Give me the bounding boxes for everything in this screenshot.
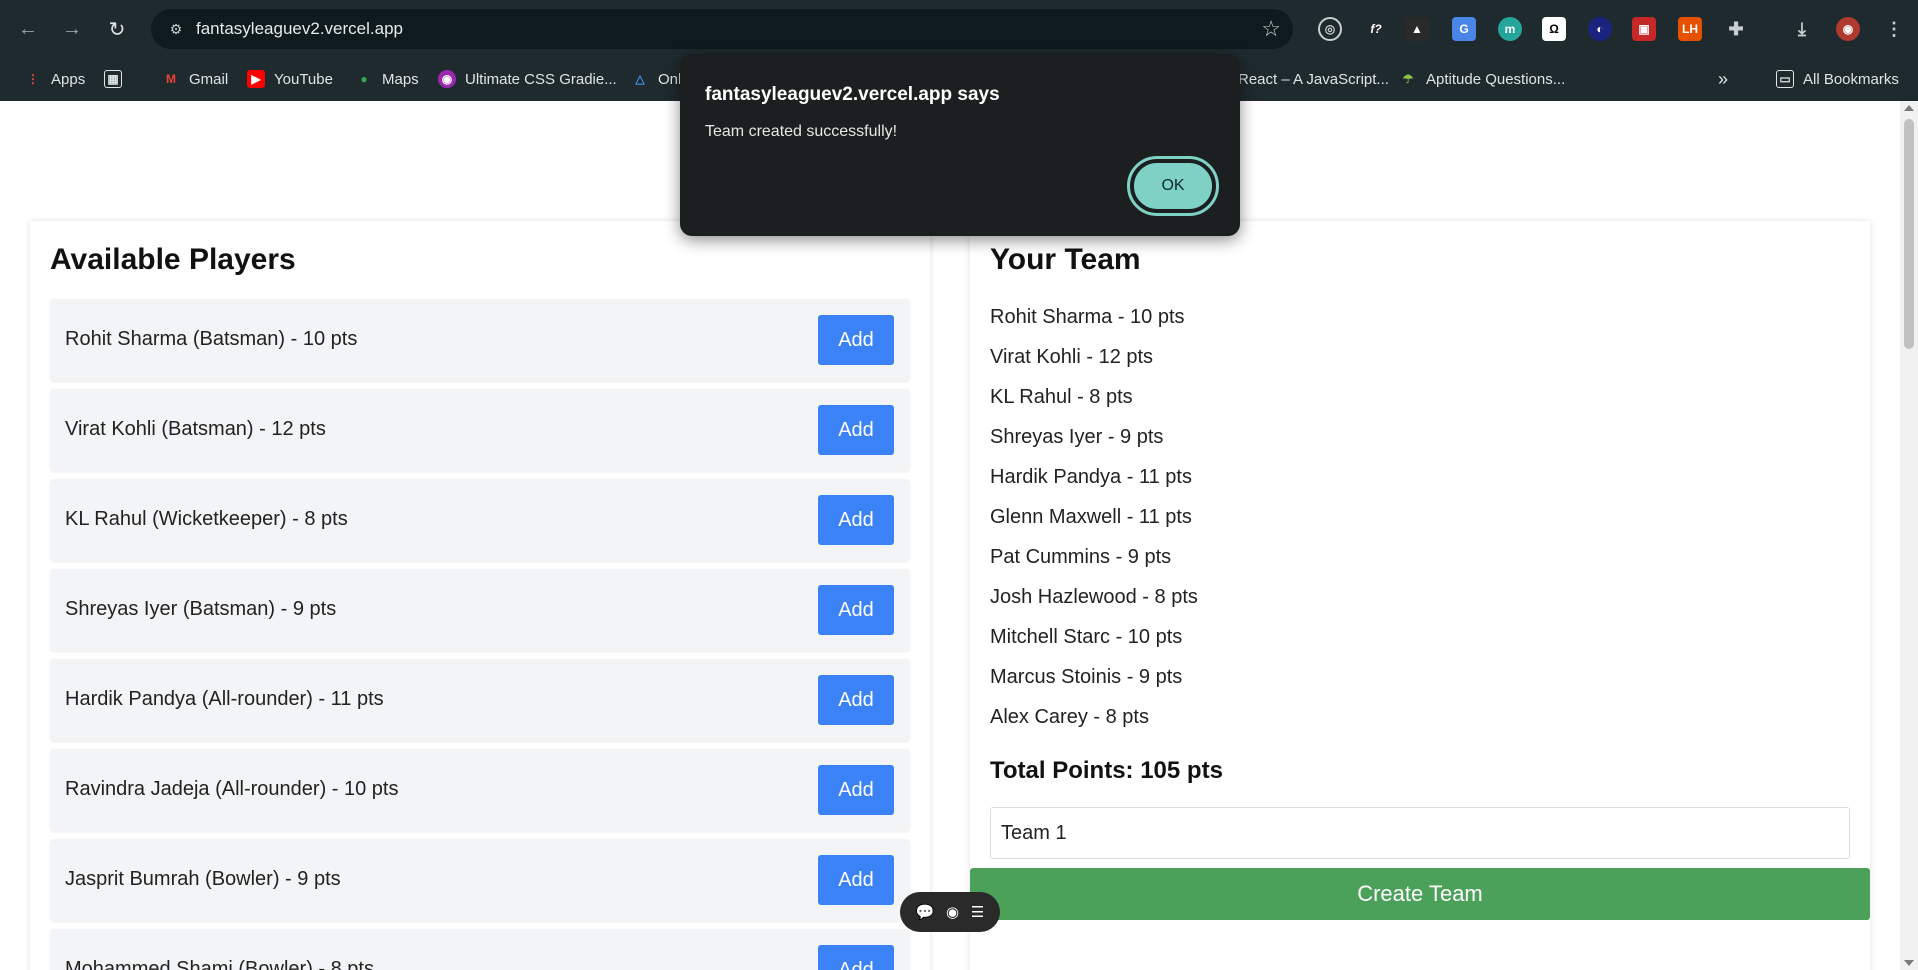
floating-toolbar: 💬 ◉ ☰ [900,892,1000,932]
dialog-message: Team created successfully! [705,123,898,140]
site-info-icon[interactable]: ⚙ [165,18,187,40]
player-name: Shreyas Iyer (Batsman) - 9 pts [65,598,337,620]
player-row: Rohit Sharma (Batsman) - 10 pts Add [50,299,910,381]
folder-icon: ▭ [1776,70,1794,88]
team-member: KL Rahul - 8 pts [990,386,1133,408]
all-bookmarks-folder[interactable]: ▭ All Bookmarks [1776,66,1899,92]
bookmark-star-icon[interactable]: ☆ [1261,16,1281,42]
player-row: Virat Kohli (Batsman) - 12 pts Add [50,389,910,471]
add-player-button[interactable]: Add [818,495,894,545]
available-players-panel: Available Players Rohit Sharma (Batsman)… [30,221,930,970]
omega-extension-icon[interactable]: Ω [1542,17,1566,41]
bookmark-apps[interactable]: ⋮ Apps [24,66,85,92]
dialog-ok-button[interactable]: OK [1127,156,1219,216]
player-row: Shreyas Iyer (Batsman) - 9 pts Add [50,569,910,651]
team-member: Marcus Stoinis - 9 pts [990,666,1183,688]
youtube-icon: ▶ [247,70,265,88]
player-row: KL Rahul (Wicketkeeper) - 8 pts Add [50,479,910,561]
team-member: Mitchell Starc - 10 pts [990,626,1183,648]
forward-icon[interactable]: → [56,13,88,45]
team-member: Shreyas Iyer - 9 pts [990,426,1164,448]
bookmarks-overflow-icon[interactable]: » [1718,66,1728,92]
back-icon[interactable]: ← [12,13,44,45]
player-name: Jasprit Bumrah (Bowler) - 9 pts [65,868,341,890]
team-member: Pat Cummins - 9 pts [990,546,1172,568]
player-row: Ravindra Jadeja (All-rounder) - 10 pts A… [50,749,910,831]
team-name-input[interactable]: Team 1 [990,807,1850,859]
create-team-button[interactable]: Create Team [970,868,1870,920]
player-name: Rohit Sharma (Batsman) - 10 pts [65,328,358,350]
compass-extension-icon[interactable]: ◎ [1318,17,1342,41]
scrollbar-thumb[interactable] [1904,119,1914,349]
player-name: Mohammed Shami (Bowler) - 8 pts [65,958,374,970]
scroll-down-icon[interactable] [1904,960,1914,966]
team-member: Alex Carey - 8 pts [990,706,1149,728]
player-row: Mohammed Shami (Bowler) - 8 pts Add [50,929,910,970]
add-player-button[interactable]: Add [818,675,894,725]
total-points: Total Points: 105 pts [990,757,1223,784]
chrome-menu-icon[interactable]: ⋮ [1882,17,1906,41]
player-name: KL Rahul (Wicketkeeper) - 8 pts [65,508,348,530]
triangle-icon: △ [635,72,645,86]
hat-extension-icon[interactable]: ▲ [1405,17,1429,41]
red-extension-icon[interactable]: ▣ [1632,17,1656,41]
profile-avatar[interactable]: ◉ [1836,17,1860,41]
add-player-button[interactable]: Add [818,315,894,365]
player-row: Hardik Pandya (All-rounder) - 11 pts Add [50,659,910,741]
dark-reader-extension-icon[interactable]: ◐ [1588,17,1612,41]
scroll-up-icon[interactable] [1904,105,1914,111]
bookmark-grid[interactable]: ▦ [104,66,131,92]
url-text: fantasyleaguev2.vercel.app [196,19,403,38]
add-player-button[interactable]: Add [818,855,894,905]
maps-icon: ● [360,72,368,86]
apps-grid-icon: ⋮ [27,72,39,86]
your-team-heading: Your Team [990,243,1141,276]
extensions-puzzle-icon[interactable]: ✚ [1724,17,1748,41]
team-member: Hardik Pandya - 11 pts [990,466,1192,488]
comment-icon[interactable]: 💬 [916,903,935,921]
m-extension-icon[interactable]: m [1498,17,1522,41]
bookmark-maps[interactable]: ● Maps [355,66,418,92]
bookmark-gmail[interactable]: M Gmail [162,66,228,92]
grid-icon: ▦ [104,70,122,88]
add-player-button[interactable]: Add [818,405,894,455]
reload-icon[interactable]: ↻ [101,13,133,45]
team-member: Virat Kohli - 12 pts [990,346,1154,368]
your-team-panel: Your Team Rohit Sharma - 10 pts Virat Ko… [970,221,1870,970]
bookmark-react[interactable]: React – A JavaScript... [1238,66,1389,92]
gradient-icon: ◉ [438,70,456,88]
bookmark-youtube[interactable]: ▶ YouTube [247,66,333,92]
eye-icon[interactable]: ◉ [946,903,959,921]
bookmark-css-gradient[interactable]: ◉ Ultimate CSS Gradie... [438,66,617,92]
download-icon[interactable]: ⤓ [1790,17,1814,41]
add-player-button[interactable]: Add [818,945,894,970]
team-member: Glenn Maxwell - 11 pts [990,506,1192,528]
lighthouse-extension-icon[interactable]: LH [1678,17,1702,41]
bookmark-aptitude[interactable]: ☂ Aptitude Questions... [1399,66,1566,92]
translate-extension-icon[interactable]: G [1452,17,1476,41]
add-player-button[interactable]: Add [818,765,894,815]
dialog-title: fantasyleaguev2.vercel.app says [705,84,1000,105]
gmail-icon: M [166,72,176,86]
menu-list-icon[interactable]: ☰ [971,903,984,921]
player-row: Jasprit Bumrah (Bowler) - 9 pts Add [50,839,910,921]
page-scrollbar[interactable] [1900,101,1918,970]
player-name: Hardik Pandya (All-rounder) - 11 pts [65,688,384,710]
alert-dialog: fantasyleaguev2.vercel.app says Team cre… [680,54,1240,236]
address-bar[interactable]: ⚙ fantasyleaguev2.vercel.app ☆ [151,9,1293,49]
player-name: Virat Kohli (Batsman) - 12 pts [65,418,326,440]
player-name: Ravindra Jadeja (All-rounder) - 10 pts [65,778,399,800]
add-player-button[interactable]: Add [818,585,894,635]
fonts-extension-icon[interactable]: f? [1364,17,1388,41]
available-players-heading: Available Players [50,243,296,276]
team-member: Rohit Sharma - 10 pts [990,306,1185,328]
team-member: Josh Hazlewood - 8 pts [990,586,1198,608]
browser-toolbar: ← → ↻ ⚙ fantasyleaguev2.vercel.app ☆ ◎ f… [0,0,1918,58]
bookmark-onl[interactable]: △ Onl [631,66,681,92]
aptitude-icon: ☂ [1402,72,1414,86]
